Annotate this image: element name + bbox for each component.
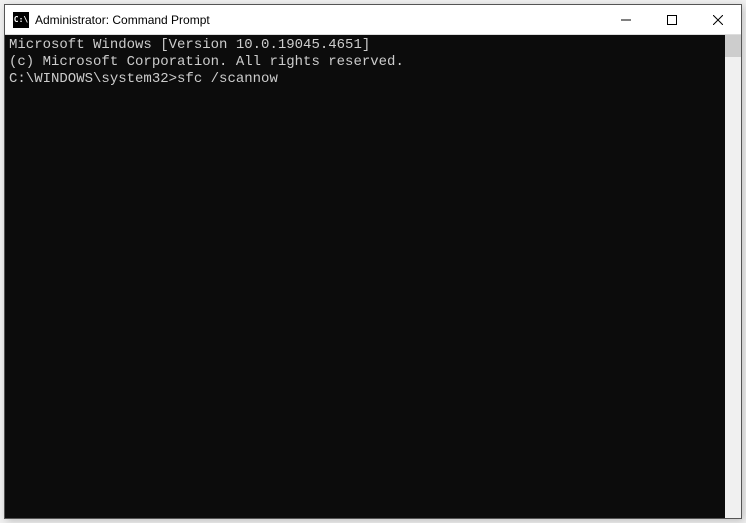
scrollbar-thumb[interactable]: [725, 35, 741, 57]
terminal-area: Microsoft Windows [Version 10.0.19045.46…: [5, 35, 741, 518]
minimize-button[interactable]: [603, 5, 649, 34]
command-prompt-window: C:\ Administrator: Command Prompt Micros…: [4, 4, 742, 519]
output-line: Microsoft Windows [Version 10.0.19045.46…: [9, 37, 721, 54]
titlebar[interactable]: C:\ Administrator: Command Prompt: [5, 5, 741, 35]
maximize-button[interactable]: [649, 5, 695, 34]
command-text: sfc /scannow: [177, 71, 278, 87]
vertical-scrollbar[interactable]: [725, 35, 741, 518]
output-line: (c) Microsoft Corporation. All rights re…: [9, 54, 721, 71]
terminal-output[interactable]: Microsoft Windows [Version 10.0.19045.46…: [5, 35, 725, 518]
close-button[interactable]: [695, 5, 741, 34]
prompt-text: C:\WINDOWS\system32>: [9, 71, 177, 87]
prompt-line: C:\WINDOWS\system32>sfc /scannow: [9, 71, 721, 88]
close-icon: [713, 15, 723, 25]
minimize-icon: [621, 15, 631, 25]
maximize-icon: [667, 15, 677, 25]
window-controls: [603, 5, 741, 34]
window-title: Administrator: Command Prompt: [35, 13, 603, 27]
app-icon: C:\: [13, 12, 29, 28]
